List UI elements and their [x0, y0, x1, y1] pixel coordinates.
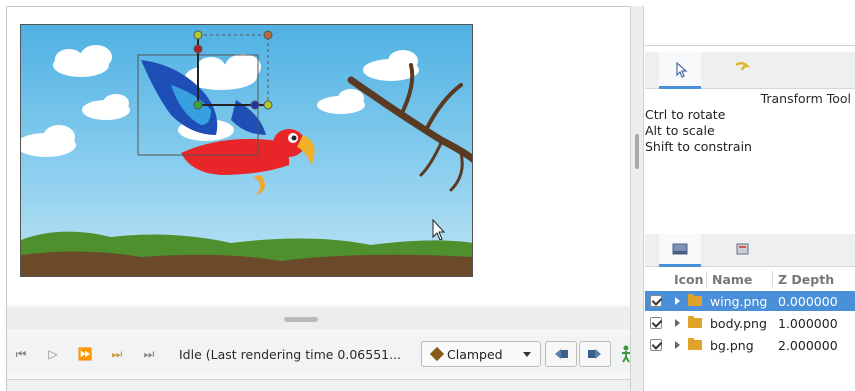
pane-splitter[interactable] [630, 6, 644, 391]
handle-angle [193, 44, 203, 54]
handle-right [263, 100, 273, 110]
layer-z-depth: 1.000000 [778, 316, 838, 331]
handle-origin [193, 100, 203, 110]
seek-forward-icon[interactable]: ⏩ [75, 345, 95, 363]
chevron-down-icon [523, 352, 531, 357]
layer-name: wing.png [710, 294, 768, 309]
right-top-panel [645, 6, 855, 46]
tab-tool-options[interactable] [659, 52, 701, 89]
layer-name: body.png [710, 316, 767, 331]
layers-icon [672, 243, 688, 255]
hint-rotate: Ctrl to rotate [645, 107, 726, 122]
layers-panel: Icon Name Z Depth wing.png 0.000000 body… [645, 234, 855, 391]
handle-top [193, 30, 203, 40]
bottom-toolbar [7, 379, 631, 391]
layer-name: bg.png [710, 338, 754, 353]
folder-icon [688, 316, 702, 328]
workarea-pane: ⏮ ▷ ⏩ ⏭ ⏭ Idle (Last rendering time 0.06… [6, 6, 631, 391]
seek-begin-icon[interactable]: ⏮ [11, 345, 31, 363]
play-icon[interactable]: ▷ [43, 345, 63, 363]
tab-library[interactable] [721, 234, 763, 267]
playback-toolbar: ⏮ ▷ ⏩ ⏭ ⏭ Idle (Last rendering time 0.06… [7, 336, 631, 372]
expand-arrow-icon[interactable] [675, 341, 680, 349]
seek-keyframe-icon[interactable]: ⏭ [107, 345, 127, 363]
keyframe-future-icon [588, 349, 601, 359]
handle-corner [263, 30, 273, 40]
layers-column-header: Icon Name Z Depth [645, 269, 855, 289]
handle-blue [250, 100, 260, 110]
tab-history[interactable] [721, 52, 763, 89]
scene-artwork[interactable] [21, 25, 473, 277]
layer-row[interactable]: body.png 1.000000 [645, 313, 855, 333]
layer-row[interactable]: wing.png 0.000000 [645, 291, 855, 311]
layers-panel-tabs [645, 234, 855, 267]
clamped-diamond-icon [429, 346, 445, 362]
column-name[interactable]: Name [712, 272, 752, 287]
pointer-icon [676, 61, 688, 78]
tab-layers[interactable] [659, 234, 701, 267]
splitter-grip[interactable] [635, 134, 639, 169]
hint-scale: Alt to scale [645, 123, 715, 138]
scene-canvas[interactable] [20, 24, 473, 277]
tool-options-panel: Transform Tool Ctrl to rotate Alt to sca… [645, 52, 855, 228]
keyframe-past-icon [555, 349, 568, 359]
render-status-text: Idle (Last rendering time 0.06551... [179, 347, 402, 362]
interpolation-label: Clamped [447, 347, 503, 362]
seek-end-icon[interactable]: ⏭ [139, 345, 159, 363]
layer-z-depth: 2.000000 [778, 338, 838, 353]
canvas-area[interactable] [7, 7, 631, 305]
scrollbar-thumb[interactable] [284, 317, 318, 322]
library-icon [736, 243, 749, 255]
layer-visibility-checkbox[interactable] [650, 295, 662, 307]
expand-arrow-icon[interactable] [675, 297, 680, 305]
expand-arrow-icon[interactable] [675, 319, 680, 327]
folder-icon [688, 294, 702, 306]
hint-constrain: Shift to constrain [645, 139, 752, 154]
interpolation-select[interactable]: Clamped [421, 341, 541, 367]
layer-row[interactable]: bg.png 2.000000 [645, 335, 855, 355]
layer-visibility-checkbox[interactable] [650, 317, 662, 329]
history-icon [735, 62, 751, 71]
tool-title: Transform Tool [760, 91, 851, 106]
layer-z-depth: 0.000000 [778, 294, 838, 309]
column-icon[interactable]: Icon [674, 272, 704, 287]
tool-panel-tabs [645, 52, 855, 89]
keyframe-lock-future-button[interactable] [579, 341, 611, 367]
column-z-depth[interactable]: Z Depth [778, 272, 834, 287]
keyframe-lock-past-button[interactable] [545, 341, 577, 367]
horizontal-scrollbar[interactable] [7, 307, 631, 329]
folder-icon [688, 338, 702, 350]
layer-visibility-checkbox[interactable] [650, 339, 662, 351]
